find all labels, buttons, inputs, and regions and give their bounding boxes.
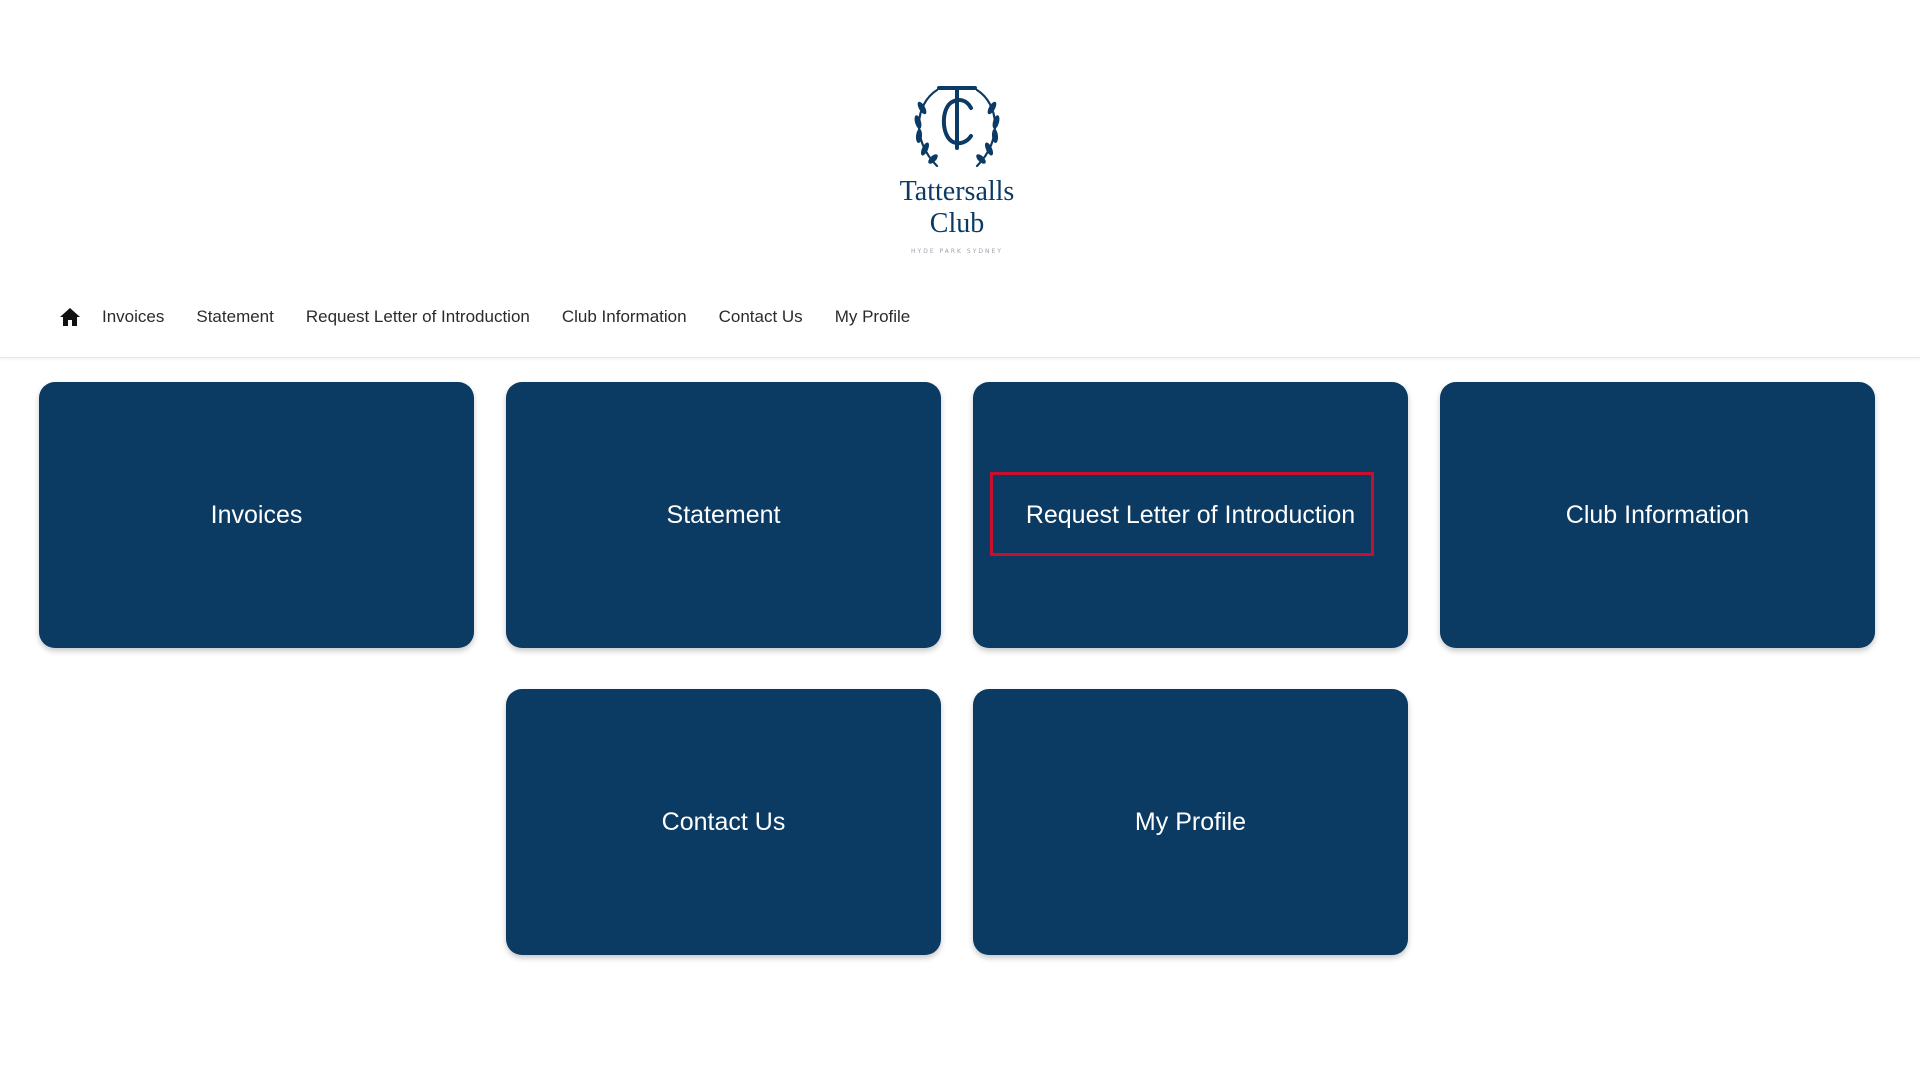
- logo-name-line1: Tattersalls: [899, 176, 1015, 207]
- tile-club-information[interactable]: Club Information: [1440, 382, 1875, 648]
- nav-link-club-information[interactable]: Club Information: [562, 307, 687, 327]
- club-logo[interactable]: Tattersalls Club HYDE PARK SYDNEY: [880, 78, 1034, 258]
- nav-link-statement[interactable]: Statement: [196, 307, 274, 327]
- tile-label: Club Information: [1565, 500, 1750, 529]
- monogram-crest-icon: [914, 86, 1000, 168]
- tile-label: Contact Us: [661, 807, 786, 836]
- tile-my-profile[interactable]: My Profile: [973, 689, 1408, 955]
- tile-contact-us[interactable]: Contact Us: [506, 689, 941, 955]
- site-header: Tattersalls Club HYDE PARK SYDNEY Invoic…: [0, 0, 1920, 358]
- tile-invoices[interactable]: Invoices: [39, 382, 474, 648]
- tile-request-letter-of-introduction[interactable]: Request Letter of Introduction: [973, 382, 1408, 648]
- tile-label: Invoices: [210, 500, 303, 529]
- tile-label: Request Letter of Introduction: [1025, 500, 1356, 529]
- nav-link-invoices[interactable]: Invoices: [102, 307, 164, 327]
- nav-link-contact-us[interactable]: Contact Us: [719, 307, 803, 327]
- home-icon: [60, 308, 80, 326]
- tile-statement[interactable]: Statement: [506, 382, 941, 648]
- nav-link-request-letter[interactable]: Request Letter of Introduction: [306, 307, 530, 327]
- nav-link-my-profile[interactable]: My Profile: [835, 307, 911, 327]
- top-navigation: Invoices Statement Request Letter of Int…: [58, 300, 942, 334]
- logo-name-line2: Club: [929, 208, 985, 239]
- tile-label: My Profile: [1134, 807, 1247, 836]
- home-link[interactable]: [58, 305, 82, 329]
- tile-label: Statement: [666, 500, 781, 529]
- logo-tagline: HYDE PARK SYDNEY: [911, 248, 1003, 255]
